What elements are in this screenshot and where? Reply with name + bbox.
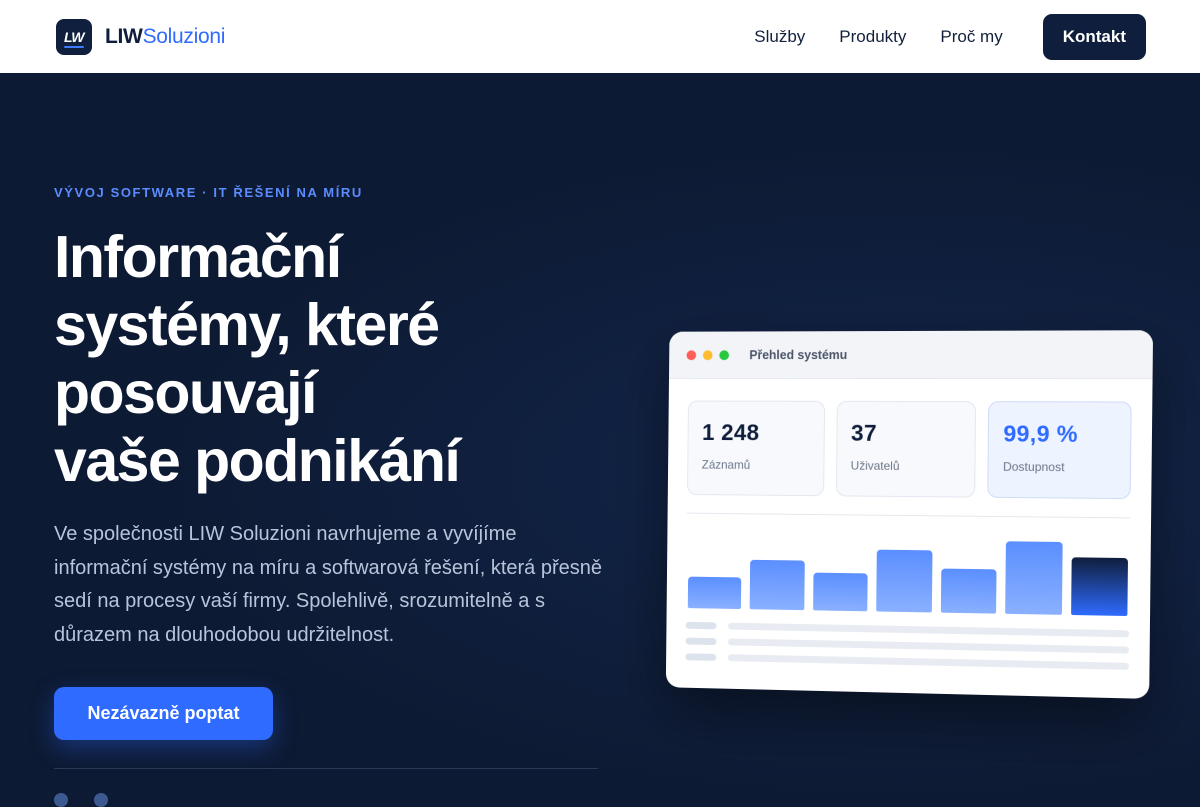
chart-bar	[688, 577, 742, 609]
stat-card-availability: 99,9 % Dostupnost	[988, 401, 1132, 499]
site-header: LW LIWSoluzioni Služby Produkty Proč my …	[0, 0, 1200, 73]
hero-lead: Ve společnosti LIW Soluzioni navrhujeme …	[54, 518, 614, 652]
stat-value: 99,9 %	[1003, 420, 1116, 448]
dashboard-card: Přehled systému 1 248 Záznamů 37 Uživate…	[666, 330, 1153, 699]
stat-value: 1 248	[702, 419, 810, 446]
placeholder-row	[686, 622, 1130, 638]
window-close-dot-icon	[686, 350, 696, 360]
stat-card-users: 37 Uživatelů	[836, 401, 977, 498]
contact-button[interactable]: Kontakt	[1043, 14, 1146, 60]
placeholder-row	[685, 653, 1129, 670]
chart-bar	[1005, 541, 1062, 615]
brand-logo-link[interactable]: LW LIWSoluzioni	[56, 19, 225, 55]
logo-icon: LW	[56, 19, 92, 55]
inquiry-button[interactable]: Nezávazně poptat	[54, 687, 273, 740]
headline-line: Informační	[54, 223, 614, 291]
dashboard-title: Přehled systému	[749, 348, 847, 362]
stat-label: Uživatelů	[851, 459, 961, 474]
hero-headline: Informační systémy, které posouvají vaše…	[54, 223, 614, 495]
chart-bar	[941, 569, 997, 614]
placeholder-row	[685, 638, 1129, 654]
hero-section: VÝVOJ SOFTWARE · IT ŘEŠENÍ NA MÍRU Infor…	[0, 73, 1200, 800]
brand-name: LIWSoluzioni	[105, 25, 225, 49]
nav-link-produkty[interactable]: Produkty	[839, 27, 906, 47]
hero-eyebrow: VÝVOJ SOFTWARE · IT ŘEŠENÍ NA MÍRU	[54, 185, 363, 200]
chart-bar	[750, 560, 805, 610]
check-icon	[94, 793, 108, 807]
window-titlebar: Přehled systému	[669, 330, 1153, 379]
brand-name-accent: Soluzioni	[143, 25, 226, 48]
headline-line: systémy, které	[54, 291, 614, 359]
dashboard-preview: Přehled systému 1 248 Záznamů 37 Uživate…	[666, 330, 1153, 699]
nav-link-proc-my[interactable]: Proč my	[940, 27, 1002, 47]
stat-card-records: 1 248 Záznamů	[687, 401, 825, 497]
window-maximize-dot-icon	[719, 350, 729, 360]
chart-bar	[876, 550, 932, 613]
stats-row: 1 248 Záznamů 37 Uživatelů 99,9 % Dostup…	[668, 379, 1153, 499]
stat-value: 37	[851, 420, 961, 448]
chart-bar	[1071, 557, 1128, 616]
window-minimize-dot-icon	[703, 350, 713, 360]
mini-bar-chart	[688, 533, 1128, 616]
hero-divider	[54, 768, 598, 769]
hero-features	[54, 793, 108, 807]
check-icon	[54, 793, 68, 807]
nav-link-sluzby[interactable]: Služby	[754, 27, 805, 47]
headline-line: posouvají	[54, 359, 614, 427]
feature-item	[54, 793, 68, 807]
stat-label: Záznamů	[702, 458, 810, 473]
headline-line: vaše podnikání	[54, 427, 614, 495]
dashboard-divider	[687, 513, 1131, 519]
placeholder-rows	[685, 622, 1129, 670]
brand-name-primary: LIW	[105, 25, 143, 48]
chart-bar	[813, 573, 868, 612]
main-nav: Služby Produkty Proč my Kontakt	[754, 14, 1146, 60]
stat-label: Dostupnost	[1003, 460, 1116, 475]
feature-item	[94, 793, 108, 807]
